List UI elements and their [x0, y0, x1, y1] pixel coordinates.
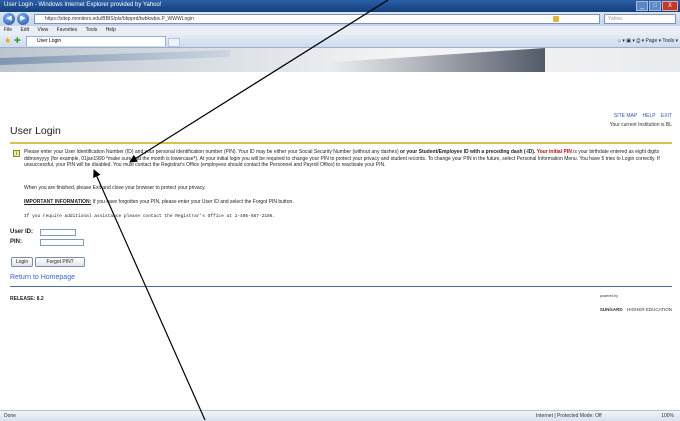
- banner-shadow: [330, 48, 545, 72]
- back-icon: ◀: [6, 15, 12, 22]
- login-instructions: Please enter your User Identification Nu…: [24, 149, 672, 169]
- menu-bar: File Edit View Favorites Tools Help: [0, 26, 680, 35]
- site-map-link[interactable]: SITE MAP: [614, 113, 637, 119]
- window-controls: _ □ X: [636, 1, 678, 11]
- help-link[interactable]: HELP: [643, 113, 656, 119]
- menu-tools[interactable]: Tools: [86, 27, 98, 33]
- favorites-star-icon[interactable]: ★: [4, 36, 12, 45]
- address-row: ◀ ▶ https://sitep.monitors.edu/BBIS/pls/…: [0, 12, 680, 26]
- page-title: User Login: [10, 125, 61, 137]
- address-url: https://sitep.monitors.edu/BBIS/pls/bbpp…: [45, 16, 194, 22]
- menu-file[interactable]: File: [4, 27, 12, 33]
- header-divider: [10, 142, 672, 144]
- window-title-bar: User Login - Windows Internet Explorer p…: [0, 0, 680, 12]
- powered-by-text: powered by: [599, 294, 618, 298]
- exit-link[interactable]: EXIT: [661, 113, 672, 119]
- forward-icon: ▶: [20, 15, 26, 22]
- important-label: IMPORTANT INFORMATION:: [24, 199, 92, 205]
- menu-favorites[interactable]: Favorites: [57, 27, 78, 33]
- window-title: User Login - Windows Internet Explorer p…: [4, 2, 162, 8]
- close-button[interactable]: X: [662, 1, 678, 11]
- annotation-arrow-icon: [93, 169, 206, 420]
- privacy-note: When you are finished, please Exit and c…: [24, 185, 206, 191]
- user-id-input[interactable]: [40, 229, 76, 236]
- menu-edit[interactable]: Edit: [20, 27, 29, 33]
- intro-bold: or your Student/Employee ID with a prece…: [400, 149, 536, 155]
- banner-swoosh: [0, 49, 230, 66]
- address-bar[interactable]: https://sitep.monitors.edu/BBIS/pls/bbpp…: [34, 14, 600, 24]
- new-tab-button[interactable]: [168, 38, 180, 47]
- release-info: RELEASE: 8.2: [10, 296, 44, 302]
- add-favorites-icon[interactable]: ✚: [14, 36, 22, 45]
- sungard-logo: powered by SUNGARD HIGHER EDUCATION: [600, 294, 672, 316]
- pin-label: PIN:: [10, 239, 22, 245]
- info-icon: i: [13, 150, 20, 157]
- division-text: HIGHER EDUCATION: [627, 307, 672, 312]
- important-text: If you have forgotten your PIN, please e…: [91, 199, 294, 205]
- menu-view[interactable]: View: [37, 27, 48, 33]
- user-id-label: User ID:: [10, 229, 34, 235]
- forward-button[interactable]: ▶: [17, 13, 29, 25]
- footer-divider: [10, 286, 672, 287]
- back-button[interactable]: ◀: [3, 13, 15, 25]
- search-box[interactable]: Yahoo: [604, 14, 676, 24]
- menu-help[interactable]: Help: [106, 27, 116, 33]
- pin-input[interactable]: [40, 239, 84, 246]
- command-bar[interactable]: ⌂ ▾ ▣ ▾ ⎙ ▾ Page ▾ Tools ▾: [618, 36, 678, 46]
- return-to-homepage-link[interactable]: Return to Homepage: [10, 274, 75, 281]
- tab-title: User Login: [37, 38, 62, 44]
- header-banner: [0, 48, 680, 72]
- tab-user-login[interactable]: User Login: [26, 36, 166, 46]
- status-bar: Done Internet | Protected Mode: Off 100%: [0, 410, 680, 421]
- login-button[interactable]: Login: [11, 257, 33, 267]
- minimize-button[interactable]: _: [636, 1, 648, 11]
- forgot-pin-button[interactable]: Forgot PIN?: [35, 257, 85, 267]
- search-placeholder: Yahoo: [608, 16, 623, 22]
- lock-icon: [553, 16, 559, 22]
- current-institution: Your current Institution is BL: [609, 122, 672, 128]
- top-links: SITE MAP HELP EXIT: [610, 113, 672, 119]
- maximize-button[interactable]: □: [649, 1, 661, 11]
- intro-text-1: Please enter your User Identification Nu…: [24, 149, 401, 155]
- intro-initial-pin: Your initial PIN: [535, 149, 572, 155]
- tab-row: ★ ✚ User Login ⌂ ▾ ▣ ▾ ⎙ ▾ Page ▾ Tools …: [0, 35, 680, 48]
- brand-text: SUNGARD: [599, 307, 623, 312]
- assistance-note: If you require additional assistance ple…: [24, 214, 276, 219]
- important-info: IMPORTANT INFORMATION: If you have forgo…: [24, 199, 294, 205]
